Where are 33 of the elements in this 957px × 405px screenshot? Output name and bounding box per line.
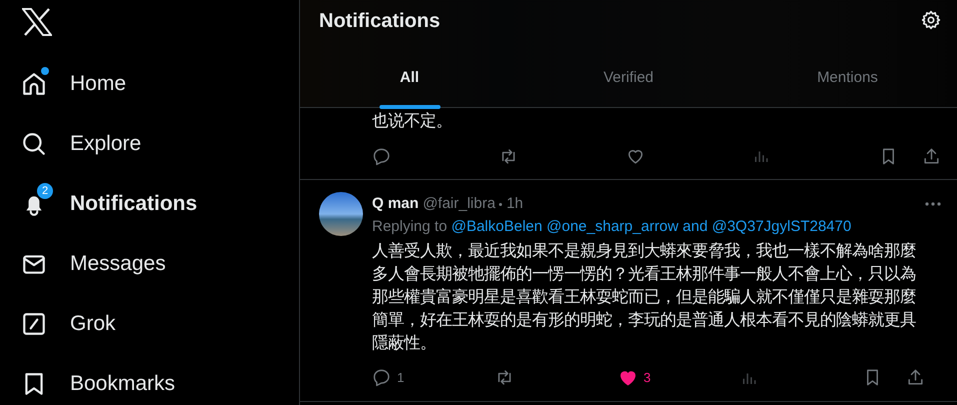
share-button[interactable] [922, 146, 941, 166]
replying-line: Replying to @BalkoBelen @one_sharp_arrow and @3Q37JgylST28470 [372, 217, 852, 237]
dot-separator-icon [499, 202, 502, 206]
post-text: 人善受人欺，最近我如果不是親身見到大蟒來要脅我，我也一樣不解為啥那麼多人會長期被牠擺佈的一愣一愣的？光看王林那件事一般人不會上心，只以為那些權貴富豪明星是喜歡看王林耍蛇而已，但是能騙人就不僅僅只是雜耍那麼簡單，好在王林耍的是有形的明蛇，李玩的是普通人根本看不見的陰蟒就更具隱蔽性。 [372, 240, 917, 354]
tab[interactable]: All [300, 47, 519, 109]
reply-button[interactable]: 1 [372, 368, 404, 388]
mention-link[interactable]: @3Q37JgylST28470 [712, 218, 852, 235]
nav-item[interactable]: Explore [20, 114, 142, 174]
x-logo-icon[interactable] [22, 8, 52, 36]
nav-item[interactable]: Grok [20, 294, 116, 354]
nav-item[interactable]: Home [20, 54, 126, 114]
author-name[interactable]: Q man [372, 192, 419, 216]
mention-link[interactable]: and [682, 218, 708, 235]
nav-item[interactable]: Bookmarks [20, 354, 176, 405]
tab[interactable]: Mentions [738, 47, 957, 109]
search-icon [21, 131, 47, 157]
nav-item[interactable]: 2 Notifications [20, 174, 198, 234]
avatar-photo[interactable] [319, 192, 363, 236]
mention-link[interactable]: @BalkoBelen [451, 218, 542, 235]
reply-button[interactable] [372, 146, 391, 166]
post-time[interactable]: 1h [506, 192, 524, 216]
like-button[interactable]: 3 [618, 368, 651, 388]
count-badge: 2 [36, 182, 54, 200]
tab[interactable]: Verified [519, 47, 738, 109]
page-title: Notifications [318, 9, 440, 33]
slash-square-icon [21, 311, 47, 337]
settings-icon[interactable] [921, 8, 941, 32]
nav-item[interactable]: Messages [20, 234, 166, 294]
mention-link[interactable]: @one_sharp_arrow [546, 218, 678, 235]
author-handle[interactable]: @fair_libra [422, 192, 496, 216]
share-button[interactable] [906, 368, 925, 387]
home-icon [21, 71, 47, 97]
post-text: 也说不定。 [372, 111, 453, 132]
